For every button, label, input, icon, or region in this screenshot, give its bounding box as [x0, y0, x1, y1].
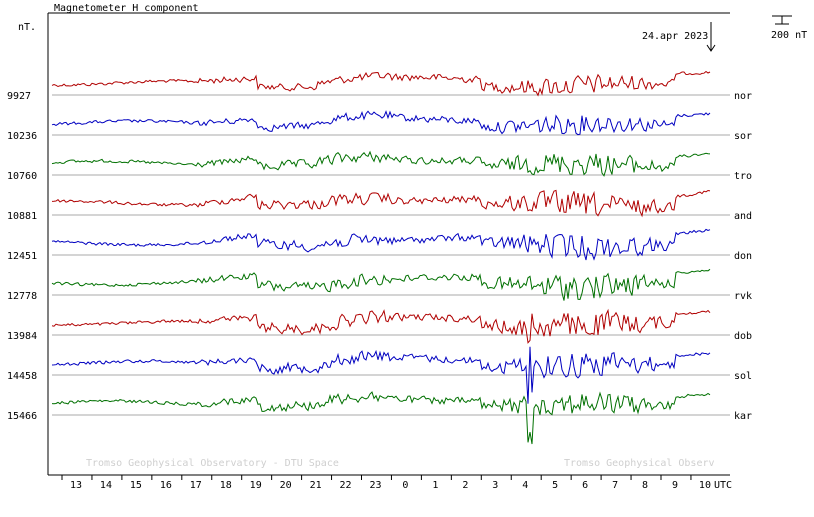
- x-tick-label: 10: [699, 480, 711, 491]
- station-name-label: kar: [734, 411, 752, 422]
- y-unit-label: nT.: [18, 22, 36, 33]
- station-baseline-value: 15466: [7, 411, 37, 422]
- x-tick-label: 9: [672, 480, 678, 491]
- x-tick-label: 20: [280, 480, 292, 491]
- chart-title: Magnetometer H component: [54, 3, 199, 14]
- station-trace-kar: [51, 391, 711, 445]
- x-tick-label: 16: [160, 480, 172, 491]
- x-axis: 13 14 15 16 17 18 19 20 21 22 23 0 1 2 3 4 5 6 7 8 9 10 UTC: [61, 475, 732, 491]
- scale-bar-icon: [772, 15, 792, 25]
- x-tick-label: 17: [190, 480, 202, 491]
- x-tick-label: 14: [100, 480, 112, 491]
- scale-bar-label: 200 nT: [771, 30, 807, 41]
- station-baseline-value: 12451: [7, 251, 37, 262]
- x-tick-label: 23: [369, 480, 381, 491]
- x-tick-label: 19: [250, 480, 262, 491]
- station-trace-nor: [51, 70, 711, 97]
- station-name-label: don: [734, 251, 752, 262]
- station-name-label: tro: [734, 171, 752, 182]
- x-tick-label: 8: [642, 480, 648, 491]
- x-tick-label: 7: [612, 480, 618, 491]
- x-tick-label: 2: [462, 480, 468, 491]
- station-trace-and: [51, 189, 711, 218]
- station-baseline-value: 13984: [7, 331, 37, 342]
- station-baseline-value: 12778: [7, 291, 37, 302]
- x-tick-label: 22: [340, 480, 352, 491]
- x-tick-label: 0: [402, 480, 408, 491]
- x-tick-label: 4: [522, 480, 528, 491]
- station-baseline-value: 14458: [7, 371, 37, 382]
- station-baseline-value: 10236: [7, 131, 37, 142]
- x-tick-label: 6: [582, 480, 588, 491]
- station-trace-dob: [51, 308, 711, 344]
- station-trace-tro: [51, 150, 711, 177]
- station-name-label: sor: [734, 131, 752, 142]
- magnetometer-chart: Magnetometer H component nT. 24.apr 2023…: [7, 3, 807, 491]
- station-name-label: sol: [734, 371, 752, 382]
- station-name-label: dob: [734, 331, 752, 342]
- x-tick-label: 21: [310, 480, 322, 491]
- station-name-label: and: [734, 211, 752, 222]
- series-layer: 9927 nor 10236 sor 10760 tro 10881 and 12451 don 1…: [7, 70, 752, 445]
- station-name-label: nor: [734, 91, 752, 102]
- station-name-label: rvk: [734, 291, 752, 302]
- x-tick-label: 3: [492, 480, 498, 491]
- station-baseline-value: 9927: [7, 91, 31, 102]
- x-tick-label: 18: [220, 480, 232, 491]
- x-axis-unit-label: UTC: [714, 480, 732, 491]
- x-tick-label: 15: [130, 480, 142, 491]
- x-tick-label: 1: [432, 480, 438, 491]
- station-baseline-value: 10760: [7, 171, 37, 182]
- station-trace-rvk: [51, 268, 711, 301]
- station-trace-sor: [51, 110, 711, 136]
- station-baseline-value: 10881: [7, 211, 37, 222]
- date-label: 24.apr 2023: [642, 31, 708, 42]
- x-tick-label: 5: [552, 480, 558, 491]
- x-tick-label: 13: [70, 480, 82, 491]
- watermark-left: Tromso Geophysical Observatory - DTU Spa…: [86, 458, 339, 469]
- watermark-right: Tromso Geophysical Observ: [564, 458, 715, 469]
